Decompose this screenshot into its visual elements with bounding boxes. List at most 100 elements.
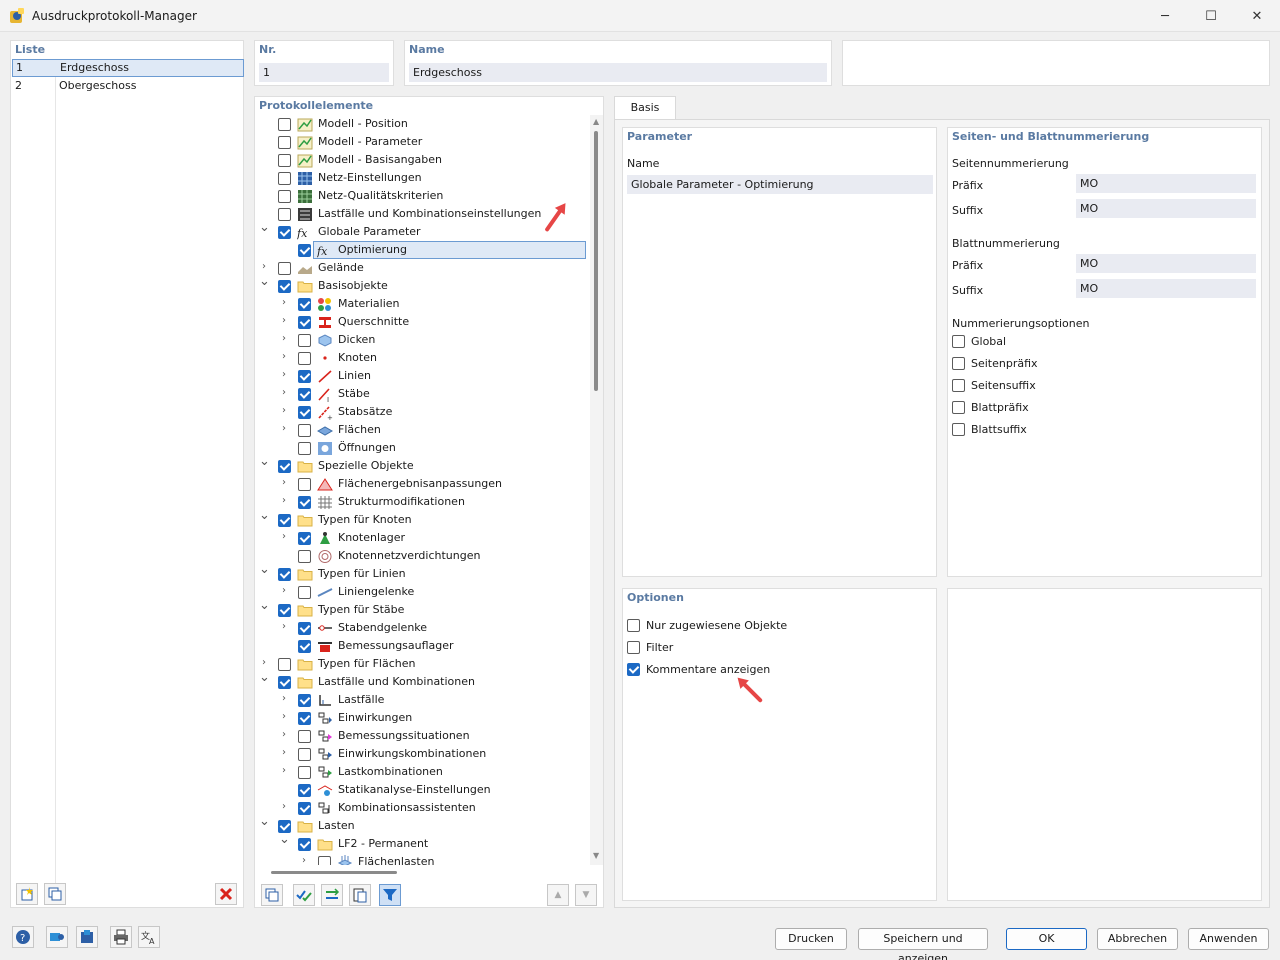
tree-checkbox[interactable]	[298, 766, 311, 779]
scroll-down-icon[interactable]: ▼	[593, 851, 599, 860]
tree-row[interactable]: › + Stabsätze	[255, 403, 585, 422]
tree-checkbox[interactable]	[298, 550, 311, 563]
tree-checkbox[interactable]	[298, 352, 311, 365]
numbering-option-checkbox[interactable]	[952, 379, 965, 392]
chevron-down-icon[interactable]: ⌄	[259, 509, 270, 522]
chevron-right-icon[interactable]: ›	[279, 352, 289, 362]
tree-row[interactable]: Öffnungen	[255, 439, 585, 457]
chevron-right-icon[interactable]: ›	[279, 622, 289, 632]
apply-button[interactable]: Anwenden	[1188, 928, 1269, 950]
tree-row[interactable]: Modell - Basisangaben	[255, 151, 585, 169]
tree-checkbox[interactable]	[278, 118, 291, 131]
cancel-button[interactable]: Abbrechen	[1097, 928, 1178, 950]
tree-row[interactable]: Modell - Position	[255, 115, 585, 133]
tree-row[interactable]: Lastfälle und Kombinationseinstellungen	[255, 205, 585, 223]
tree-checkbox[interactable]	[298, 496, 311, 509]
chevron-right-icon[interactable]: ›	[259, 658, 269, 668]
tree-row[interactable]: › Materialien	[255, 295, 585, 313]
close-button[interactable]: ✕	[1234, 0, 1280, 32]
tree-checkbox[interactable]	[298, 334, 311, 347]
tree-checkbox[interactable]	[278, 676, 291, 689]
chevron-down-icon[interactable]: ⌄	[259, 221, 270, 234]
language-button[interactable]: 文A	[138, 926, 160, 948]
chevron-down-icon[interactable]: ⌄	[279, 833, 290, 846]
check-all-button[interactable]	[293, 884, 315, 906]
tree-row[interactable]: › Linien	[255, 367, 585, 385]
tree-checkbox[interactable]	[298, 244, 311, 257]
tree-row[interactable]: ⌄ Basisobjekte	[255, 275, 585, 295]
tree-checkbox[interactable]	[298, 370, 311, 383]
tree-checkbox[interactable]	[298, 424, 311, 437]
ok-button[interactable]: OK	[1006, 928, 1087, 950]
tree-row[interactable]: › Kombinationsassistenten	[255, 799, 585, 817]
chevron-right-icon[interactable]: ›	[279, 406, 289, 416]
list-item-2[interactable]: 2 Obergeschoss	[12, 78, 244, 96]
tree-checkbox[interactable]	[298, 586, 311, 599]
list-item-1[interactable]: 1 Erdgeschoss	[12, 59, 244, 77]
tree-checkbox[interactable]	[278, 514, 291, 527]
tree-row[interactable]: › Lastkombinationen	[255, 763, 585, 781]
print-button[interactable]: Drucken	[775, 928, 847, 950]
tree-row[interactable]: Statikanalyse-Einstellungen	[255, 781, 585, 799]
chevron-down-icon[interactable]: ⌄	[259, 455, 270, 468]
chevron-right-icon[interactable]: ›	[259, 262, 269, 272]
print-settings-button[interactable]	[110, 926, 132, 948]
tree-checkbox[interactable]	[298, 784, 311, 797]
uncheck-all-button[interactable]	[321, 884, 343, 906]
tree-checkbox[interactable]	[278, 136, 291, 149]
tree-row[interactable]: › Flächen	[255, 421, 585, 439]
tree-checkbox[interactable]	[298, 748, 311, 761]
copy-list-button[interactable]	[44, 883, 66, 905]
tree-row[interactable]: ⌄ LF2 - Permanent	[255, 833, 585, 853]
chevron-right-icon[interactable]: ›	[279, 316, 289, 326]
tree-row[interactable]: Netz-Einstellungen	[255, 169, 585, 187]
tree-row[interactable]: Bemessungsauflager	[255, 637, 585, 655]
tree-checkbox[interactable]	[298, 298, 311, 311]
tree-row[interactable]: › Knotenlager	[255, 529, 585, 547]
tree-hscroll-thumb[interactable]	[271, 871, 397, 874]
tree-checkbox[interactable]	[298, 388, 311, 401]
tree-row[interactable]: › Bemessungssituationen	[255, 727, 585, 745]
tree-row[interactable]: Knotennetzverdichtungen	[255, 547, 585, 565]
chevron-down-icon[interactable]: ⌄	[259, 563, 270, 576]
filter-button[interactable]	[379, 884, 401, 906]
tree-checkbox[interactable]	[278, 280, 291, 293]
option-checkbox[interactable]	[627, 663, 640, 676]
tree-checkbox[interactable]	[278, 568, 291, 581]
nr-field[interactable]: 1	[259, 63, 389, 82]
tree-checkbox[interactable]	[298, 316, 311, 329]
sheet-prefix-field[interactable]: MO	[1076, 254, 1256, 273]
tree-row[interactable]: ⌄ Typen für Knoten	[255, 509, 585, 529]
save-and-show-button[interactable]: Speichern und anzeigen	[858, 928, 988, 960]
tree-row[interactable]: ⌄ Lasten	[255, 815, 585, 835]
chevron-right-icon[interactable]: ›	[279, 478, 289, 488]
tree-copy-button[interactable]	[261, 884, 283, 906]
tree-checkbox[interactable]	[298, 802, 311, 815]
tree-row[interactable]: › Stabendgelenke	[255, 619, 585, 637]
tree-row[interactable]: › I Stäbe	[255, 385, 585, 404]
chevron-right-icon[interactable]: ›	[279, 496, 289, 506]
page-suffix-field[interactable]: MO	[1076, 199, 1256, 218]
tree-checkbox[interactable]	[298, 640, 311, 653]
settings-button[interactable]	[76, 926, 98, 948]
tree-checkbox[interactable]	[298, 694, 311, 707]
minimize-button[interactable]: ─	[1142, 0, 1188, 32]
tree-checkbox[interactable]	[298, 442, 311, 455]
tree-checkbox[interactable]	[298, 406, 311, 419]
chevron-right-icon[interactable]: ›	[279, 370, 289, 380]
tree-checkbox[interactable]	[278, 604, 291, 617]
tab-basis[interactable]: Basis	[614, 96, 676, 120]
chevron-down-icon[interactable]: ⌄	[259, 815, 270, 828]
tree-checkbox[interactable]	[298, 730, 311, 743]
units-button[interactable]	[46, 926, 68, 948]
numbering-option-checkbox[interactable]	[952, 357, 965, 370]
name-field[interactable]: Erdgeschoss	[409, 63, 827, 82]
tree-checkbox[interactable]	[278, 262, 291, 275]
scroll-up-icon[interactable]: ▲	[593, 117, 599, 126]
tree-checkbox[interactable]	[298, 838, 311, 851]
chevron-right-icon[interactable]: ›	[279, 424, 289, 434]
tree-row[interactable]: › Lastfälle	[255, 691, 585, 709]
tree-row[interactable]: › Flächenergebnisanpassungen	[255, 475, 585, 493]
chevron-right-icon[interactable]: ›	[279, 388, 289, 398]
maximize-button[interactable]: ☐	[1188, 0, 1234, 32]
